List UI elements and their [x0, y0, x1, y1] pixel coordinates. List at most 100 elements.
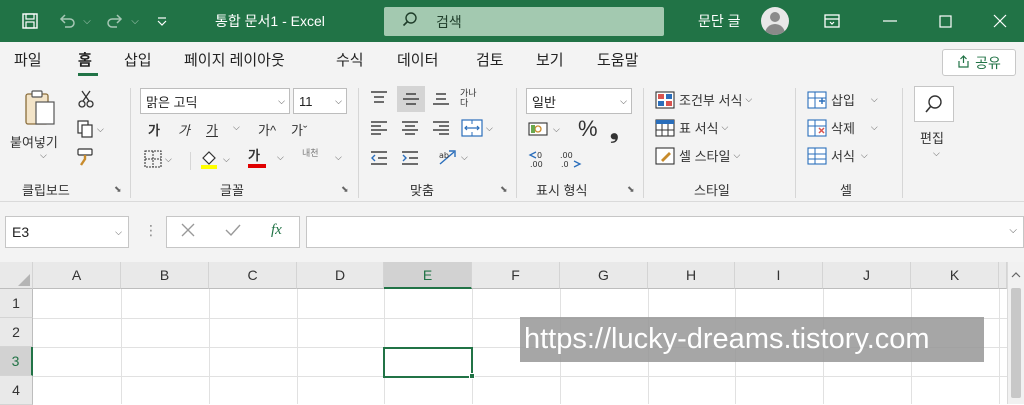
align-middle-icon[interactable]	[397, 86, 425, 112]
italic-button[interactable]: 가	[178, 120, 190, 139]
column-header-i[interactable]: I	[735, 262, 823, 289]
orientation-icon[interactable]: ab ⌵	[438, 148, 468, 166]
accounting-format-icon[interactable]: ⌵	[528, 120, 560, 138]
font-size-select[interactable]: 11 ⌵	[293, 88, 347, 114]
number-format-select[interactable]: 일반 ⌵	[526, 88, 632, 114]
redo-icon[interactable]	[104, 0, 126, 42]
row-header-2[interactable]: 2	[0, 318, 33, 347]
avatar[interactable]	[761, 7, 789, 35]
scroll-up-icon[interactable]	[1011, 266, 1021, 284]
row-header-1[interactable]: 1	[0, 289, 33, 318]
increase-decimal-icon[interactable]: 0.00	[528, 150, 552, 168]
column-header-j[interactable]: J	[823, 262, 911, 289]
formula-input[interactable]: ⌵	[306, 216, 1024, 248]
format-painter-icon[interactable]	[76, 148, 96, 166]
conditional-formatting-button[interactable]: 조건부 서식 ⌵	[655, 90, 752, 109]
copy-icon[interactable]: ⌵	[76, 120, 104, 138]
increase-indent-icon[interactable]	[401, 150, 419, 166]
find-icon[interactable]	[914, 86, 954, 122]
format-as-table-button[interactable]: 표 서식 ⌵	[655, 118, 728, 137]
fill-handle[interactable]	[469, 373, 475, 379]
scroll-thumb[interactable]	[1011, 288, 1021, 398]
comma-style-button[interactable]: ❟	[610, 118, 619, 144]
chevron-down-icon[interactable]: ⌵	[230, 122, 240, 133]
paste-button[interactable]: 붙여넣기	[10, 132, 58, 151]
search-input[interactable]: 검색	[384, 7, 664, 36]
save-icon[interactable]	[18, 0, 42, 42]
chevron-down-icon[interactable]: ⌵	[128, 0, 142, 42]
fill-color-icon[interactable]: ⌵	[198, 148, 230, 170]
user-name[interactable]: 문단 글	[698, 0, 741, 42]
grow-font-button[interactable]: 가^	[258, 120, 276, 139]
chevron-down-icon[interactable]: ⌵	[37, 150, 47, 161]
cut-icon[interactable]	[78, 90, 94, 108]
column-header-f[interactable]: F	[472, 262, 560, 289]
active-cell-e3[interactable]	[383, 347, 473, 378]
cancel-icon[interactable]	[181, 223, 195, 237]
ribbon-display-options-icon[interactable]	[820, 0, 844, 42]
align-top-icon[interactable]	[370, 90, 388, 106]
wrap-text-button[interactable]: 가나다	[460, 88, 482, 108]
cell-styles-button[interactable]: 셀 스타일 ⌵	[655, 146, 740, 165]
column-header-e[interactable]: E	[384, 262, 472, 289]
share-button[interactable]: 공유	[942, 49, 1016, 76]
align-left-icon[interactable]	[370, 120, 388, 136]
column-header-h[interactable]: H	[648, 262, 735, 289]
borders-icon[interactable]: ⌵	[144, 150, 172, 168]
decrease-decimal-icon[interactable]: .00.0	[558, 150, 582, 168]
tab-page-layout[interactable]: 페이지 레이아웃	[184, 42, 285, 80]
column-header-d[interactable]: D	[297, 262, 384, 289]
bold-button[interactable]: 가	[148, 120, 160, 139]
align-bottom-icon[interactable]	[432, 90, 450, 106]
column-header-g[interactable]: G	[560, 262, 648, 289]
phonetic-guide-button[interactable]: 내천	[302, 146, 319, 159]
vertical-scrollbar[interactable]	[1007, 262, 1024, 404]
column-header-k[interactable]: K	[911, 262, 999, 289]
font-color-button[interactable]: 가	[248, 148, 266, 168]
percent-style-button[interactable]: %	[578, 116, 598, 142]
minimize-icon[interactable]	[878, 0, 902, 42]
name-box[interactable]: E3 ⌵	[5, 216, 129, 248]
tab-view[interactable]: 보기	[536, 42, 564, 80]
delete-cells-button[interactable]: 삭제 ⌵	[807, 118, 878, 137]
chevron-down-icon[interactable]: ⌵	[274, 152, 284, 163]
paste-icon[interactable]	[22, 88, 58, 128]
editing-button[interactable]: 편집	[920, 128, 944, 147]
tab-help[interactable]: 도움말	[597, 42, 638, 80]
tab-data[interactable]: 데이터	[397, 42, 438, 80]
more-options-icon[interactable]: ⋮	[144, 222, 158, 239]
decrease-indent-icon[interactable]	[370, 150, 388, 166]
dialog-launcher-icon[interactable]: ⬊	[114, 184, 122, 195]
merge-center-icon[interactable]: ⌵	[461, 119, 493, 137]
format-cells-button[interactable]: 서식 ⌵	[807, 146, 868, 165]
column-header-c[interactable]: C	[209, 262, 297, 289]
column-header-a[interactable]: A	[33, 262, 121, 289]
column-header-l[interactable]	[999, 262, 1007, 289]
chevron-down-icon[interactable]: ⌵	[80, 0, 94, 42]
dialog-launcher-icon[interactable]: ⬊	[627, 184, 635, 195]
enter-icon[interactable]	[225, 223, 241, 237]
worksheet-grid[interactable]: A B C D E F G H I J K 1 2 3 4 https://lu…	[0, 262, 1024, 405]
maximize-icon[interactable]	[933, 0, 957, 42]
select-all-corner[interactable]	[0, 262, 33, 289]
tab-formulas[interactable]: 수식	[336, 42, 364, 80]
dialog-launcher-icon[interactable]: ⬊	[341, 184, 349, 195]
chevron-down-icon[interactable]: ⌵	[930, 148, 940, 159]
row-header-3[interactable]: 3	[0, 347, 33, 376]
row-header-4[interactable]: 4	[0, 376, 33, 405]
expand-formula-bar-icon[interactable]: ⌵	[1009, 225, 1017, 236]
font-name-select[interactable]: 맑은 고딕 ⌵	[140, 88, 290, 114]
dialog-launcher-icon[interactable]: ⬊	[500, 184, 508, 195]
insert-cells-button[interactable]: 삽입 ⌵	[807, 90, 878, 109]
insert-function-button[interactable]: fx	[271, 222, 282, 239]
tab-review[interactable]: 검토	[476, 42, 504, 80]
shrink-font-button[interactable]: 가ˇ	[291, 120, 307, 139]
undo-icon[interactable]	[56, 0, 78, 42]
align-right-icon[interactable]	[432, 120, 450, 136]
customize-toolbar-icon[interactable]	[152, 0, 172, 42]
underline-button[interactable]: 가	[206, 120, 218, 139]
close-icon[interactable]	[988, 0, 1012, 42]
align-center-icon[interactable]	[401, 120, 419, 136]
chevron-down-icon[interactable]: ⌵	[332, 152, 342, 163]
column-header-b[interactable]: B	[121, 262, 209, 289]
